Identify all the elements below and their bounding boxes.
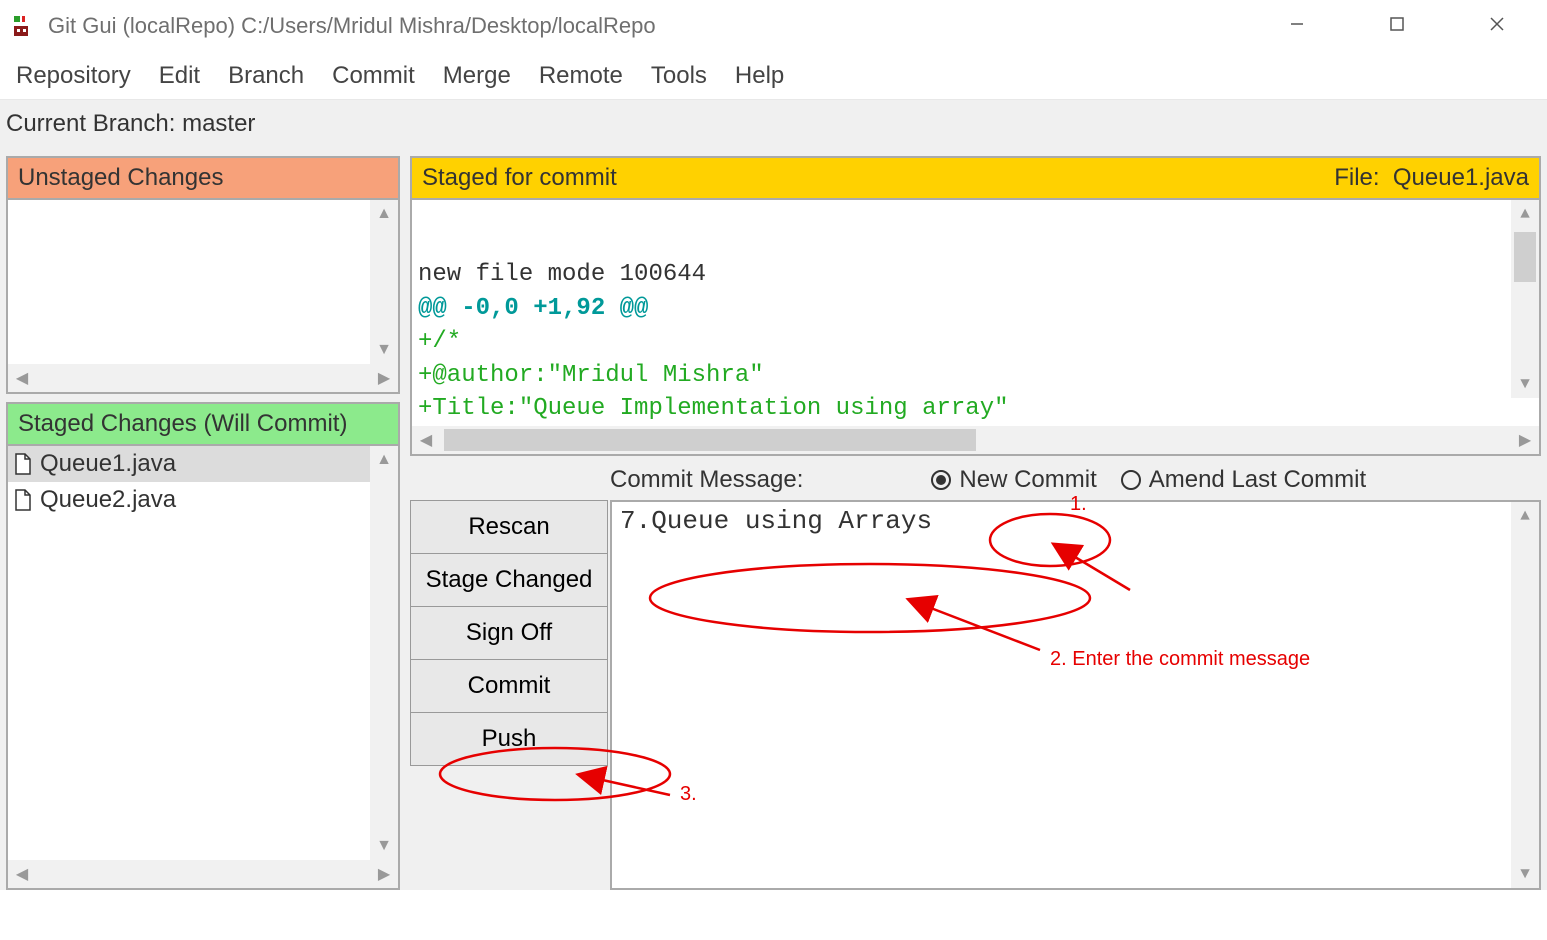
scroll-left-icon[interactable]: ◀	[8, 364, 36, 392]
unstaged-panel: Unstaged Changes ▲ ▼ ◀ ▶	[6, 156, 400, 394]
menu-edit[interactable]: Edit	[159, 62, 200, 90]
staged-panel: Staged Changes (Will Commit) Queue1.java…	[6, 402, 400, 890]
scroll-left-icon[interactable]: ◀	[8, 860, 36, 888]
diff-panel: Staged for commit File: Queue1.java new …	[410, 156, 1541, 456]
scrollbar-vertical[interactable]: ▲ ▼	[370, 446, 398, 860]
unstaged-header: Unstaged Changes	[8, 158, 398, 200]
menu-branch[interactable]: Branch	[228, 62, 304, 90]
scroll-right-icon[interactable]: ▶	[370, 364, 398, 392]
staged-list[interactable]: Queue1.java Queue2.java ▲ ▼	[8, 446, 398, 860]
commit-message-input[interactable]: 7.Queue using Arrays ▲ ▼	[610, 500, 1541, 890]
scroll-down-icon[interactable]: ▼	[1511, 860, 1539, 888]
radio-new-commit[interactable]: New Commit	[931, 466, 1096, 494]
left-column: Unstaged Changes ▲ ▼ ◀ ▶ Staged Changes …	[6, 156, 400, 890]
commit-buttons: RescanStage ChangedSign OffCommitPush	[410, 500, 608, 890]
scroll-left-icon[interactable]: ◀	[412, 426, 440, 454]
diff-line: new file mode 100644	[418, 258, 1533, 292]
scrollbar-horizontal[interactable]: ◀ ▶	[412, 426, 1539, 454]
rescan-button[interactable]: Rescan	[410, 500, 608, 554]
scrollbar-vertical[interactable]: ▲ ▼	[1511, 502, 1539, 888]
branch-indicator: Current Branch: master	[0, 100, 1547, 150]
menubar: Repository Edit Branch Commit Merge Remo…	[0, 52, 1547, 100]
diff-line: +@author:"Mridul Mishra"	[418, 359, 1533, 393]
push-button[interactable]: Push	[410, 712, 608, 766]
diff-header: Staged for commit File: Queue1.java	[412, 158, 1539, 200]
close-button[interactable]	[1447, 0, 1547, 48]
scroll-down-icon[interactable]: ▼	[1511, 370, 1539, 398]
file-icon	[14, 453, 32, 475]
staged-header: Staged Changes (Will Commit)	[8, 404, 398, 446]
scroll-up-icon[interactable]: ▲	[370, 446, 398, 474]
menu-commit[interactable]: Commit	[332, 62, 415, 90]
radio-label: New Commit	[959, 466, 1096, 494]
work-area: Unstaged Changes ▲ ▼ ◀ ▶ Staged Changes …	[0, 150, 1547, 890]
minimize-button[interactable]	[1247, 0, 1347, 48]
staged-file-row[interactable]: Queue1.java	[8, 446, 370, 482]
menu-repository[interactable]: Repository	[16, 62, 131, 90]
titlebar: Git Gui (localRepo) C:/Users/Mridul Mish…	[0, 0, 1547, 52]
scroll-down-icon[interactable]: ▼	[370, 832, 398, 860]
diff-header-label: Staged for commit	[422, 164, 617, 192]
scrollbar-vertical[interactable]: ▲ ▼	[1511, 200, 1539, 398]
scrollbar-horizontal[interactable]: ◀ ▶	[8, 364, 398, 392]
scroll-thumb[interactable]	[1514, 232, 1536, 282]
scroll-right-icon[interactable]: ▶	[370, 860, 398, 888]
radio-label: Amend Last Commit	[1149, 466, 1366, 494]
commit-button[interactable]: Commit	[410, 659, 608, 713]
window-controls	[1247, 0, 1547, 48]
maximize-button[interactable]	[1347, 0, 1447, 48]
app-icon	[10, 14, 34, 38]
diff-line: +/*	[418, 325, 1533, 359]
commit-message-label: Commit Message:	[610, 466, 803, 494]
menu-tools[interactable]: Tools	[651, 62, 707, 90]
window-title: Git Gui (localRepo) C:/Users/Mridul Mish…	[48, 13, 656, 39]
diff-header-file: File: Queue1.java	[1334, 164, 1529, 192]
file-name: Queue1.java	[40, 450, 176, 478]
file-icon	[14, 489, 32, 511]
scroll-up-icon[interactable]: ▲	[370, 200, 398, 228]
staged-file-row[interactable]: Queue2.java	[8, 482, 370, 518]
commit-message-text: 7.Queue using Arrays	[620, 506, 932, 536]
radio-amend-commit[interactable]: Amend Last Commit	[1121, 466, 1366, 494]
scroll-up-icon[interactable]: ▲	[1511, 502, 1539, 530]
sign-off-button[interactable]: Sign Off	[410, 606, 608, 660]
scrollbar-vertical[interactable]: ▲ ▼	[370, 200, 398, 364]
radio-icon	[1121, 470, 1141, 490]
diff-view[interactable]: new file mode 100644@@ -0,0 +1,92 @@+/*+…	[412, 200, 1539, 426]
scroll-thumb[interactable]	[444, 429, 976, 451]
scroll-right-icon[interactable]: ▶	[1511, 426, 1539, 454]
unstaged-list[interactable]: ▲ ▼	[8, 200, 398, 364]
radio-icon	[931, 470, 951, 490]
menu-merge[interactable]: Merge	[443, 62, 511, 90]
scrollbar-horizontal[interactable]: ◀ ▶	[8, 860, 398, 888]
diff-line: +Title:"Queue Implementation using array…	[418, 392, 1533, 426]
commit-zone: Commit Message: New Commit Amend Last Co…	[410, 456, 1541, 890]
scroll-up-icon[interactable]: ▲	[1511, 200, 1539, 228]
menu-help[interactable]: Help	[735, 62, 784, 90]
right-column: Staged for commit File: Queue1.java new …	[410, 156, 1541, 890]
commit-top-row: Commit Message: New Commit Amend Last Co…	[410, 466, 1541, 494]
diff-line: @@ -0,0 +1,92 @@	[418, 292, 1533, 326]
file-name: Queue2.java	[40, 486, 176, 514]
scroll-down-icon[interactable]: ▼	[370, 336, 398, 364]
menu-remote[interactable]: Remote	[539, 62, 623, 90]
stage-changed-button[interactable]: Stage Changed	[410, 553, 608, 607]
